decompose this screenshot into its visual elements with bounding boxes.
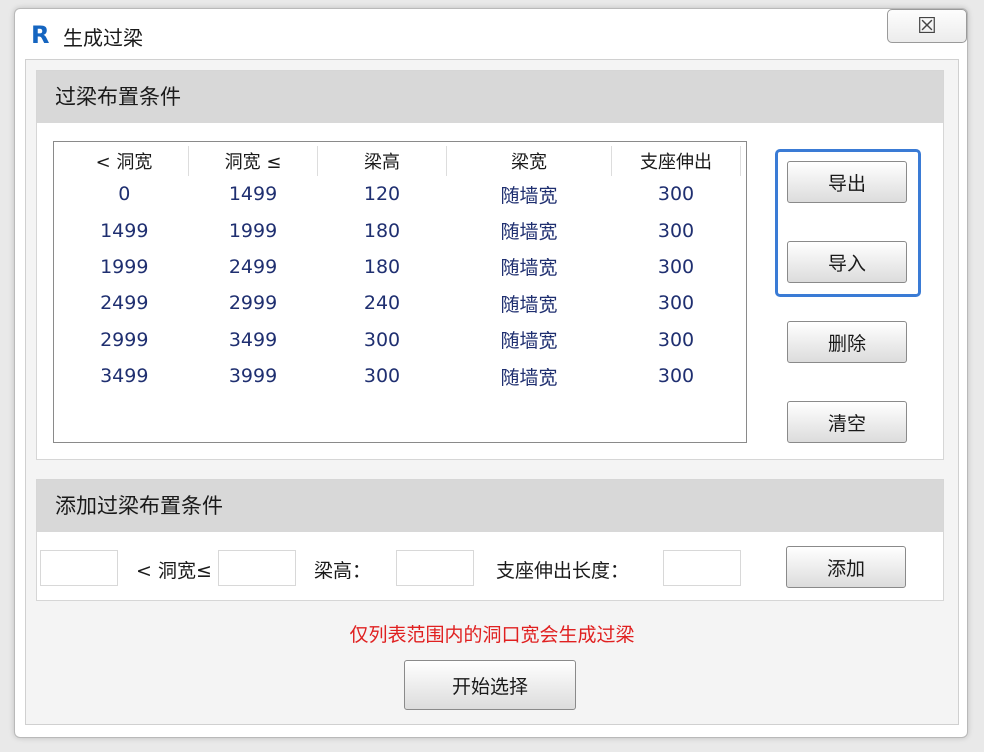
cell-beam-width: 随墙宽 <box>500 366 558 389</box>
min-width-input[interactable] <box>40 550 118 586</box>
cell-beam-height: 240 <box>363 292 401 315</box>
cell-max-width: 2499 <box>228 255 278 278</box>
cell-beam-height: 120 <box>363 183 401 206</box>
range-note: 仅列表范围内的洞口宽会生成过梁 <box>349 624 635 646</box>
cell-beam-height: 180 <box>363 255 401 278</box>
cell-beam-height: 180 <box>363 219 401 242</box>
conditions-table[interactable]: < 洞宽 洞宽 ≤ 梁高 梁宽 支座伸出 0 1499 120 随墙宽 300 … <box>53 141 747 443</box>
cell-min-width: 1999 <box>100 255 149 278</box>
import-button[interactable]: 导入 <box>787 241 907 283</box>
beam-height-input[interactable] <box>396 550 474 586</box>
export-button[interactable]: 导出 <box>787 161 907 203</box>
cell-extension: 300 <box>657 183 695 206</box>
cell-extension: 300 <box>657 292 695 315</box>
cell-min-width: 2499 <box>100 292 149 315</box>
conditions-group-title: 过梁布置条件 <box>37 71 943 123</box>
close-button[interactable]: ☒ <box>887 9 967 43</box>
cell-min-width: 1499 <box>100 219 149 242</box>
dialog-content: 过梁布置条件 < 洞宽 洞宽 ≤ 梁高 梁宽 支座伸出 0 1499 120 随… <box>25 59 959 725</box>
cell-extension: 300 <box>657 328 695 351</box>
cell-max-width: 2999 <box>228 292 278 315</box>
cell-beam-width: 随墙宽 <box>500 221 558 244</box>
cell-min-width: 2999 <box>100 328 149 351</box>
add-condition-group-title: 添加过梁布置条件 <box>37 480 943 532</box>
table-row[interactable]: 1499 1999 180 随墙宽 300 <box>60 212 741 248</box>
cell-extension: 300 <box>657 365 695 388</box>
extension-input[interactable] <box>663 550 741 586</box>
cell-extension: 300 <box>657 219 695 242</box>
cell-beam-height: 300 <box>363 328 401 351</box>
column-header-max-width[interactable]: 洞宽 ≤ <box>188 146 318 176</box>
conditions-group: 过梁布置条件 < 洞宽 洞宽 ≤ 梁高 梁宽 支座伸出 0 1499 120 随… <box>36 70 944 460</box>
delete-button[interactable]: 删除 <box>787 321 907 363</box>
table-row[interactable]: 0 1499 120 随墙宽 300 <box>60 176 741 212</box>
title-bar: R 生成过梁 ☒ <box>15 9 967 59</box>
cell-max-width: 1499 <box>228 183 278 206</box>
column-header-beam-height[interactable]: 梁高 <box>317 146 447 176</box>
dialog-window: R 生成过梁 ☒ 过梁布置条件 < 洞宽 洞宽 ≤ 梁高 梁宽 支座伸出 0 1… <box>14 8 968 738</box>
column-header-min-width[interactable]: < 洞宽 <box>60 146 189 176</box>
cell-beam-width: 随墙宽 <box>500 293 558 316</box>
extension-label: 支座伸出长度： <box>496 560 630 582</box>
window-title: 生成过梁 <box>63 26 143 50</box>
cell-max-width: 1999 <box>228 219 278 242</box>
clear-button[interactable]: 清空 <box>787 401 907 443</box>
cell-extension: 300 <box>657 255 695 278</box>
cell-beam-height: 300 <box>363 365 401 388</box>
table-row[interactable]: 3499 3999 300 随墙宽 300 <box>60 358 741 394</box>
table-header-row: < 洞宽 洞宽 ≤ 梁高 梁宽 支座伸出 <box>60 146 741 176</box>
cell-beam-width: 随墙宽 <box>500 184 558 207</box>
cell-max-width: 3999 <box>228 365 278 388</box>
cell-min-width: 0 <box>118 183 131 206</box>
cell-beam-width: 随墙宽 <box>500 257 558 280</box>
close-icon: ☒ <box>917 13 937 39</box>
column-header-beam-width[interactable]: 梁宽 <box>446 146 612 176</box>
max-width-input[interactable] <box>218 550 296 586</box>
cell-max-width: 3499 <box>228 328 278 351</box>
cell-beam-width: 随墙宽 <box>500 330 558 353</box>
width-label: < 洞宽≤ <box>136 560 212 582</box>
cell-min-width: 3499 <box>100 365 149 388</box>
table-row[interactable]: 2999 3499 300 随墙宽 300 <box>60 322 741 358</box>
add-button[interactable]: 添加 <box>786 546 906 588</box>
revit-app-icon: R <box>31 21 50 49</box>
table-row[interactable]: 2499 2999 240 随墙宽 300 <box>60 285 741 321</box>
table-row[interactable]: 1999 2499 180 随墙宽 300 <box>60 249 741 285</box>
column-header-extension[interactable]: 支座伸出 <box>611 146 741 176</box>
start-selection-button[interactable]: 开始选择 <box>404 660 576 710</box>
beam-height-label: 梁高： <box>314 560 372 582</box>
